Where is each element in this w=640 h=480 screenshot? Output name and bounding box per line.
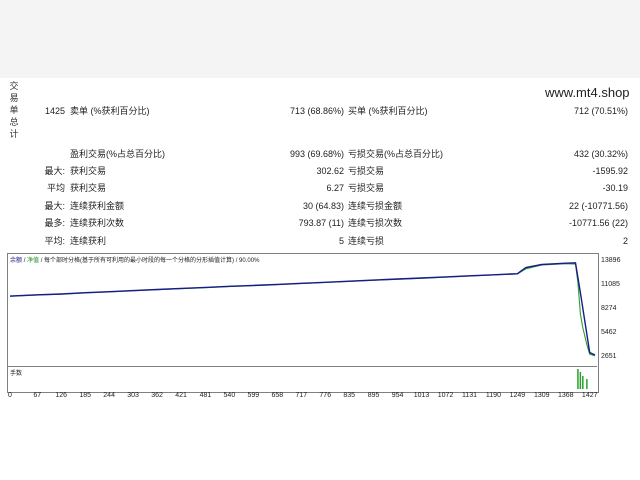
x-tick-label: 1131: [461, 392, 477, 399]
y-tick-label: 8274: [601, 304, 617, 312]
x-tick-label: 126: [55, 392, 68, 399]
y-tick-label: 5462: [601, 329, 617, 336]
x-tick-label: 658: [271, 392, 284, 399]
x-tick-label: 185: [79, 392, 91, 399]
x-tick-label: 1368: [557, 392, 574, 399]
x-tick-label: 1190: [485, 392, 501, 399]
x-tick-label: 303: [127, 392, 139, 399]
x-tick-label: 895: [367, 392, 380, 399]
x-tick-label: 1427: [581, 392, 598, 399]
x-tick-label: 1072: [437, 392, 454, 399]
x-tick-label: 1309: [533, 392, 550, 399]
x-tick-label: 954: [391, 392, 404, 399]
balance-line: [9, 262, 596, 356]
y-tick-label: 11085: [601, 280, 620, 288]
x-tick-label: 0: [8, 392, 12, 399]
x-tick-label: 776: [319, 392, 332, 399]
x-tick-label: 835: [343, 392, 356, 399]
y-tick-label: 13896: [601, 257, 621, 264]
x-tick-label: 481: [199, 392, 212, 399]
x-tick-label: 421: [175, 392, 187, 399]
x-tick-label: 362: [151, 392, 163, 399]
x-tick-label: 244: [103, 392, 115, 399]
x-tick-label: 1249: [509, 392, 526, 399]
chart-svg: [9, 262, 596, 389]
x-tick-label: 599: [247, 392, 260, 399]
x-tick-label: 717: [295, 392, 308, 399]
x-tick-label: 67: [33, 392, 42, 399]
x-tick-label: 540: [223, 392, 236, 399]
equity-line: [9, 263, 596, 357]
x-tick-label: 1013: [413, 392, 430, 399]
y-tick-label: 2651: [601, 353, 617, 360]
